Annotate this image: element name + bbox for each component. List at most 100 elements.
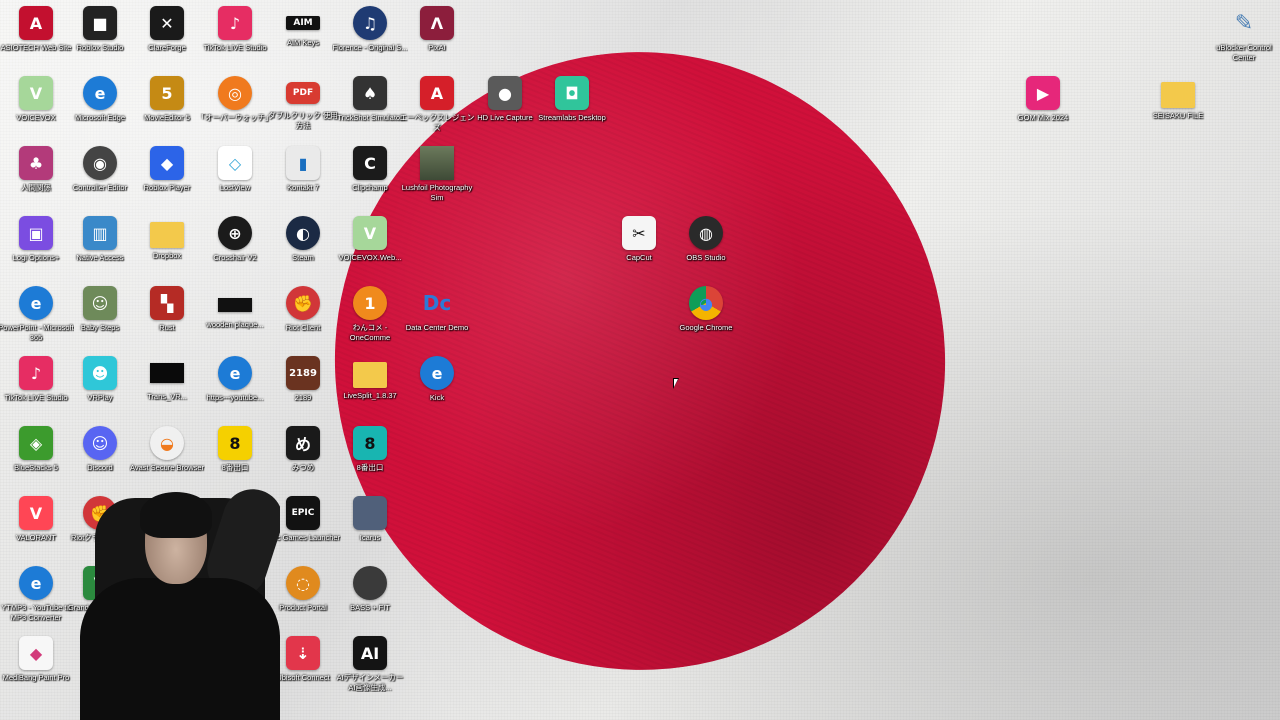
desktop-icon-tiktok-live[interactable]: ♪ TikTok LIVE Studio — [199, 4, 271, 72]
clareforge-icon: ✕ — [150, 6, 184, 40]
desktop-icon-avast[interactable]: ◒ Avast Secure Browser — [130, 424, 204, 492]
desktop-icon-chrome[interactable]: ◕ Google Chrome — [670, 284, 742, 352]
trickshot-icon: ♠ — [353, 76, 387, 110]
desktop-icon-datacenter-demo[interactable]: Dc Data Center Demo — [401, 284, 473, 352]
desktop-icon-kontakt[interactable]: ▮ Kontakt 7 — [267, 144, 339, 212]
desktop-icon-gom-mix[interactable]: ▶ GOM Mix 2024 — [1007, 74, 1079, 142]
desktop-icon-asiotech[interactable]: A ASIOTECH Web Site — [0, 4, 72, 72]
controller-icon: ◉ — [83, 146, 117, 180]
desktop-icon-2189[interactable]: 2189 2189 — [267, 354, 339, 422]
desktop-icon-label: Streamlabs Desktop — [538, 113, 606, 122]
desktop-icon-baby-steps[interactable]: ☺ Baby Steps — [64, 284, 136, 352]
desktop-icon-label: Roblox Player — [143, 183, 191, 192]
music-note-icon: ♫ — [353, 6, 387, 40]
desktop-icon-eight-app[interactable]: 8 8番出口 — [199, 424, 271, 492]
desktop-icon-onecomme[interactable]: 1 わんコメ - OneComme — [334, 284, 406, 352]
desktop-icon-label: Discord — [87, 463, 113, 472]
desktop-icon-label: ClareForge — [148, 43, 186, 52]
desktop-icon-streamlabs[interactable]: ◘ Streamlabs Desktop — [536, 74, 608, 142]
folder-icon — [353, 362, 387, 388]
desktop-icon-hd-live-capture[interactable]: ● HD Live Capture — [469, 74, 541, 142]
desktop-icon-icarus[interactable]: Icarus — [334, 494, 406, 562]
desktop-icon-edge-link[interactable]: e https---youtube... — [199, 354, 271, 422]
desktop-icon-label: BASS + FIT — [350, 603, 390, 612]
discord-icon: ☺ — [83, 426, 117, 460]
desktop-icon-pixai[interactable]: Λ PixAI — [401, 4, 473, 72]
desktop-icon-aim-keys[interactable]: AIM AIM Keys — [267, 4, 339, 72]
desktop-icon-label: 「オーバーウォッチ」 — [197, 113, 273, 122]
desktop-icon-bluestacks[interactable]: ◈ BlueStacks 5 — [0, 424, 72, 492]
desktop-icon-ublocker[interactable]: ✎ uBlocker Control Center — [1208, 4, 1280, 72]
pixai-icon: Λ — [420, 6, 454, 40]
desktop-icon-discord[interactable]: ☺ Discord — [64, 424, 136, 492]
desktop-icon-label: Trans_VR... — [147, 392, 187, 401]
obs-icon: ◍ — [689, 216, 723, 250]
desktop-icon-kick[interactable]: e Kick — [401, 354, 473, 422]
desktop-icon-native-access[interactable]: ▥ Native Access — [64, 214, 136, 282]
desktop-icon-controller-editor[interactable]: ◉ Controller Editor — [64, 144, 136, 212]
lostview-icon: ◇ — [218, 146, 252, 180]
desktop-icon-clipchamp[interactable]: C Clipchamp — [334, 144, 406, 212]
folder-icon — [150, 222, 184, 248]
desktop-icon-microsoft-edge[interactable]: e Microsoft Edge — [64, 74, 136, 142]
desktop-icon-black-video[interactable]: Trans_VR... — [131, 354, 203, 422]
desktop-icon-label: PixAI — [428, 43, 446, 52]
desktop-icon-label: Google Chrome — [679, 323, 733, 332]
desktop-icon-capcut[interactable]: ✂ CapCut — [603, 214, 675, 282]
desktop-icon-logi-options[interactable]: ▣ Logi Options+ — [0, 214, 72, 282]
desktop-icon-label: エーペックスレジェンズ — [399, 113, 475, 132]
lushfoil-icon — [420, 146, 454, 180]
desktop-icon-label: 2189 — [294, 393, 312, 402]
desktop-icon-lushfoil[interactable]: Lushfoil Photography Sim — [401, 144, 473, 212]
onecomme-icon: 1 — [353, 286, 387, 320]
webcam-person-body — [80, 578, 280, 720]
desktop-icon-roblox-studio[interactable]: ■ Roblox Studio — [64, 4, 136, 72]
desktop-icon-dropbox[interactable]: Dropbox — [131, 214, 203, 282]
ubisoft-connect-icon: ⇣ — [286, 636, 320, 670]
desktop-icon-label: TikTok LIVE Studio — [203, 43, 267, 52]
desktop-icon-lostview[interactable]: ◇ LostView — [199, 144, 271, 212]
desktop-icon-clareforge[interactable]: ✕ ClareForge — [131, 4, 203, 72]
desktop-icon-apex[interactable]: A エーペックスレジェンズ — [399, 74, 475, 142]
apex-icon: A — [420, 76, 454, 110]
desktop-icon-trickshot[interactable]: ♠ TrickShot Simulator — [334, 74, 406, 142]
desktop-icon-ai-tool[interactable]: AI AIデザインメーカー AI画像生成... — [334, 634, 406, 702]
desktop-icon-mitsume[interactable]: め みつめ — [267, 424, 339, 492]
ai-tool-icon: AI — [353, 636, 387, 670]
desktop-icon-pdf[interactable]: PDF ダブルクリック 使用方法 — [267, 74, 339, 142]
desktop-icon-vrplay[interactable]: ☻ VRPlay — [64, 354, 136, 422]
desktop-icon-livesplit[interactable]: LiveSplit_1.8.37 — [334, 354, 406, 422]
capcut-icon: ✂ — [622, 216, 656, 250]
video-thumbnail-icon — [150, 363, 184, 383]
desktop-icon-tiktok-live-2[interactable]: ♪ TikTok LIVE Studio — [0, 354, 72, 422]
bluestacks-icon: ◈ — [19, 426, 53, 460]
desktop-icon-label: uBlocker Control Center — [1216, 43, 1272, 62]
desktop-icon-eight-exit[interactable]: 8 8番出口 — [334, 424, 406, 492]
aim-keys-icon: AIM — [286, 16, 320, 30]
desktop-icon-overwatch[interactable]: ◎ 「オーバーウォッチ」 — [197, 74, 273, 142]
desktop-icon-label: Crosshair V2 — [213, 253, 257, 262]
asiotech-icon: A — [19, 6, 53, 40]
eight-icon: 8 — [218, 426, 252, 460]
desktop-icon-rust[interactable]: ▚ Rust — [131, 284, 203, 352]
desktop-icon-florence[interactable]: ♫ Florence - Original S... — [332, 4, 408, 72]
desktop-icon-movie-editor[interactable]: 5 MovieEditor 5 — [131, 74, 203, 142]
desktop-icon-steam[interactable]: ◐ Steam — [267, 214, 339, 282]
desktop-icon-obs[interactable]: ◍ OBS Studio — [670, 214, 742, 282]
desktop-icon-label: Rust — [159, 323, 175, 332]
desktop-icon-folder[interactable]: SEISAKU FILE — [1142, 74, 1214, 142]
eight-exit-icon: 8 — [353, 426, 387, 460]
desktop-icon-crosshair[interactable]: ⊕ Crosshair V2 — [199, 214, 271, 282]
desktop-icon-voicevox-web[interactable]: V VOICEVOX.Web... — [334, 214, 406, 282]
desktop-icon-label: wooden plaque... — [206, 320, 264, 329]
desktop-icon-roblox-player[interactable]: ◆ Roblox Player — [131, 144, 203, 212]
desktop-icon-persona[interactable]: ♣ 人間関係 — [0, 144, 72, 212]
desktop-icon-powerpoint[interactable]: e PowerPoint - Microsoft 365 — [0, 284, 74, 352]
desktop-icon-bass-fit[interactable]: BASS + FIT — [334, 564, 406, 632]
desktop-icon-voicevox[interactable]: V VOICEVOX — [0, 74, 72, 142]
roblox-studio-icon: ■ — [83, 6, 117, 40]
desktop-icon-riot-client[interactable]: ✊ Riot Client — [267, 284, 339, 352]
desktop-icon-label: HD Live Capture — [477, 113, 533, 122]
desktop-icon-wooden-plaque[interactable]: wooden plaque... — [199, 284, 271, 352]
desktop-icon-label: Roblox Studio — [76, 43, 124, 52]
